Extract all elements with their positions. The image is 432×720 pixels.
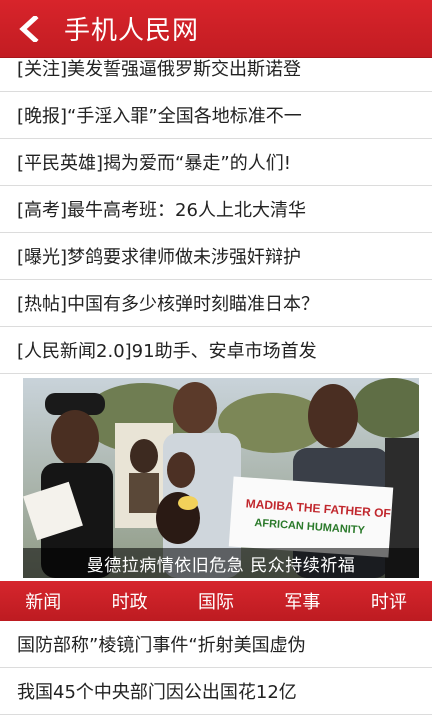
photo-caption: 曼德拉病情依旧危急 民众持续祈福: [23, 548, 419, 578]
headline-item[interactable]: [关注]美发誓强逼俄罗斯交出斯诺登: [0, 58, 432, 92]
tab-international[interactable]: 国际: [173, 588, 259, 614]
headline-item[interactable]: [人民新闻2.0]91助手、安卓市场首发: [0, 327, 432, 374]
headline-item[interactable]: [晚报]“手淫入罪”全国各地标准不一: [0, 92, 432, 139]
tab-commentary[interactable]: 时评: [346, 588, 432, 614]
headline-item[interactable]: [平民英雄]揭为爱而“暴走”的人们!: [0, 139, 432, 186]
featured-photo[interactable]: MADIBA THE FATHER OF AFRICAN HUMANITY 曼德…: [23, 378, 419, 578]
tab-news-list: 国防部称”棱镜门事件“折射美国虚伪 我国45个中央部门因公出国花12亿: [0, 621, 432, 715]
headline-list: [关注]美发誓强逼俄罗斯交出斯诺登 [晚报]“手淫入罪”全国各地标准不一 [平民…: [0, 58, 432, 374]
category-tabs: 新闻 时政 国际 军事 时评: [0, 581, 432, 621]
tab-military[interactable]: 军事: [259, 588, 345, 614]
back-button[interactable]: [0, 0, 58, 58]
app-header: 手机人民网: [0, 0, 432, 58]
list-item[interactable]: 国防部称”棱镜门事件“折射美国虚伪: [0, 621, 432, 668]
tab-politics[interactable]: 时政: [86, 588, 172, 614]
tab-news[interactable]: 新闻: [0, 588, 86, 614]
headline-item[interactable]: [热帖]中国有多少核弹时刻瞄准日本？: [0, 280, 432, 327]
headline-item[interactable]: [高考]最牛高考班：26人上北大清华: [0, 186, 432, 233]
list-item[interactable]: 我国45个中央部门因公出国花12亿: [0, 668, 432, 715]
headline-item[interactable]: [曝光]梦鸽要求律师做未涉强奸辩护: [0, 233, 432, 280]
chevron-left-icon: [19, 15, 39, 42]
app-title: 手机人民网: [64, 16, 200, 46]
